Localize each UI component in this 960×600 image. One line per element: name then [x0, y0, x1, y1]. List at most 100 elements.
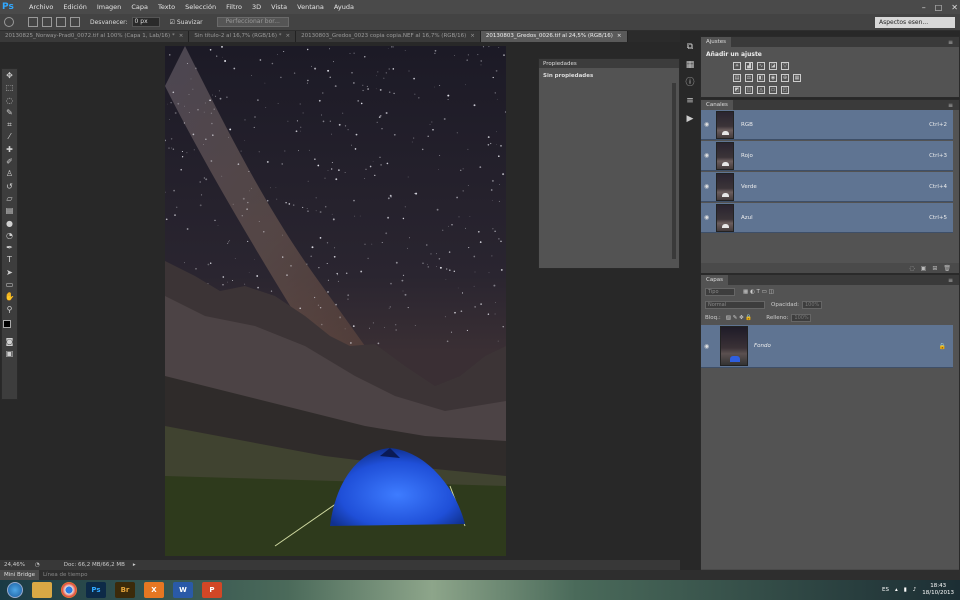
panel-menu-icon[interactable]: ≡ — [948, 102, 953, 109]
tab-canales[interactable]: Canales — [701, 100, 733, 110]
channel-row[interactable]: ◉ Azul Ctrl+5 — [701, 203, 953, 233]
history-brush-icon[interactable]: ↺ — [4, 182, 15, 192]
clone-stamp-icon[interactable]: ♙ — [4, 169, 15, 179]
tray-arrow-icon[interactable]: ▴ — [895, 587, 898, 593]
properties-icon[interactable]: ▦ — [684, 59, 696, 71]
exposure-icon[interactable]: ◪ — [769, 62, 777, 70]
move-icon[interactable]: ✥ — [4, 71, 15, 81]
doc-tab[interactable]: 20130803_Gredos_0023 copia copia.NEF al … — [296, 31, 481, 42]
start-button[interactable] — [7, 582, 23, 598]
gradient-icon[interactable]: ▤ — [4, 206, 15, 216]
menu-vista[interactable]: Vista — [266, 3, 292, 11]
eyedropper-icon[interactable]: ⁄ — [4, 132, 15, 142]
eraser-icon[interactable]: ▱ — [4, 194, 15, 204]
fill-input[interactable]: 100% — [791, 313, 812, 322]
marquee-icon[interactable]: ⬚ — [4, 83, 15, 93]
channel-mixer-icon[interactable]: ⊕ — [781, 74, 789, 82]
antialias-checkbox[interactable]: ☑ Suavizar — [170, 19, 203, 26]
history-icon[interactable]: ⧉ — [684, 41, 696, 53]
explorer-icon[interactable] — [32, 582, 52, 598]
photoshop-icon[interactable]: Ps — [86, 582, 106, 598]
close-button[interactable]: ✕ — [951, 3, 958, 12]
channel-row[interactable]: ◉ RGB Ctrl+2 — [701, 110, 953, 140]
zoom-icon[interactable]: ⚲ — [4, 305, 15, 315]
brush-icon[interactable]: ✐ — [4, 157, 15, 167]
volume-icon[interactable]: ♪ — [913, 587, 917, 593]
healing-icon[interactable]: ✚ — [4, 145, 15, 155]
blur-icon[interactable]: ● — [4, 219, 15, 229]
play-icon[interactable]: ▶ — [684, 113, 696, 125]
vibrance-icon[interactable]: ▽ — [781, 62, 789, 70]
menu-imagen[interactable]: Imagen — [92, 3, 126, 11]
brightness-icon[interactable]: ☀ — [733, 62, 741, 70]
visibility-eye-icon[interactable]: ◉ — [704, 152, 714, 159]
quick-select-icon[interactable]: ✎ — [4, 108, 15, 118]
new-channel-icon[interactable]: ⊞ — [932, 265, 937, 272]
zoom-level[interactable]: 24,46% — [4, 562, 25, 568]
close-tab-icon[interactable]: × — [286, 33, 291, 39]
document-canvas[interactable] — [165, 46, 506, 556]
tab-timeline[interactable]: Línea de tiempo — [39, 570, 92, 580]
menu-texto[interactable]: Texto — [153, 3, 180, 11]
black-white-icon[interactable]: ◧ — [757, 74, 765, 82]
color-balance-icon[interactable]: ⚖ — [745, 74, 753, 82]
status-menu-icon[interactable]: ▸ — [133, 562, 136, 568]
panel-menu-icon[interactable]: ≡ — [948, 39, 953, 46]
menu-edicion[interactable]: Edición — [58, 3, 92, 11]
visibility-eye-icon[interactable]: ◉ — [704, 343, 714, 350]
menu-ventana[interactable]: Ventana — [292, 3, 329, 11]
menu-ayuda[interactable]: Ayuda — [329, 3, 359, 11]
close-tab-icon[interactable]: × — [617, 33, 622, 39]
posterize-icon[interactable]: ◫ — [745, 86, 753, 94]
doc-tab[interactable]: 20130825_Norway-Prad0_0072.tif al 100% (… — [0, 31, 190, 42]
shape-icon[interactable]: ▭ — [4, 280, 15, 290]
gradient-map-icon[interactable]: ▭ — [769, 86, 777, 94]
intersect-selection-icon[interactable] — [70, 17, 80, 27]
color-swatches[interactable] — [2, 319, 17, 335]
photo-filter-icon[interactable]: ◉ — [769, 74, 777, 82]
levels-icon[interactable]: ▟ — [745, 62, 753, 70]
doc-tab-active[interactable]: 20130803_Gredos_0026.tif al 24,5% (RGB/1… — [480, 31, 628, 42]
close-tab-icon[interactable]: × — [179, 33, 184, 39]
bridge-icon[interactable]: Br — [115, 582, 135, 598]
clock[interactable]: 18:43 18/10/2013 — [922, 583, 954, 597]
feather-input[interactable]: 0 px — [131, 17, 160, 27]
add-selection-icon[interactable] — [42, 17, 52, 27]
channel-row[interactable]: ◉ Verde Ctrl+4 — [701, 172, 953, 202]
channel-row[interactable]: ◉ Rojo Ctrl+3 — [701, 141, 953, 171]
tab-ajustes[interactable]: Ajustes — [701, 37, 732, 47]
screen-mode-icon[interactable]: ▣ — [4, 349, 15, 359]
menu-archivo[interactable]: Archivo — [24, 3, 58, 11]
load-selection-icon[interactable]: ◌ — [909, 265, 914, 272]
network-icon[interactable]: ▮ — [904, 587, 907, 593]
tab-capas[interactable]: Capas — [701, 275, 728, 285]
foreground-color[interactable] — [3, 319, 11, 328]
menu-capa[interactable]: Capa — [126, 3, 153, 11]
tab-mini-bridge[interactable]: Mini Bridge — [0, 570, 39, 580]
lasso-preset-icon[interactable] — [4, 17, 14, 27]
workspace-select[interactable]: Aspectos esen... — [875, 17, 955, 28]
quick-mask-icon[interactable]: ◙ — [4, 337, 15, 347]
maximize-button[interactable]: □ — [935, 3, 943, 12]
threshold-icon[interactable]: ◬ — [757, 86, 765, 94]
minimize-button[interactable]: – — [922, 3, 926, 12]
properties-scrollbar[interactable] — [672, 83, 676, 259]
close-tab-icon[interactable]: × — [470, 33, 475, 39]
layer-row[interactable]: ◉ Fondo 🔒 — [701, 325, 953, 368]
color-lookup-icon[interactable]: ▦ — [793, 74, 801, 82]
app-x-icon[interactable]: X — [144, 582, 164, 598]
invert-icon[interactable]: ◩ — [733, 86, 741, 94]
info-icon[interactable]: ⓘ — [684, 77, 696, 89]
adjust-sliders-icon[interactable]: ≡ — [684, 95, 696, 107]
new-selection-icon[interactable] — [28, 17, 38, 27]
opacity-input[interactable]: 100% — [801, 300, 822, 309]
hand-icon[interactable]: ✋ — [4, 292, 15, 302]
chrome-icon[interactable] — [61, 582, 77, 598]
save-selection-icon[interactable]: ▣ — [921, 265, 927, 272]
powerpoint-icon[interactable]: P — [202, 582, 222, 598]
word-icon[interactable]: W — [173, 582, 193, 598]
panel-menu-icon[interactable]: ≡ — [948, 277, 953, 284]
delete-channel-icon[interactable]: 🗑 — [943, 265, 951, 272]
visibility-eye-icon[interactable]: ◉ — [704, 121, 714, 128]
doc-tab[interactable]: Sin título-2 al 16,7% (RGB/16) * × — [189, 31, 297, 42]
